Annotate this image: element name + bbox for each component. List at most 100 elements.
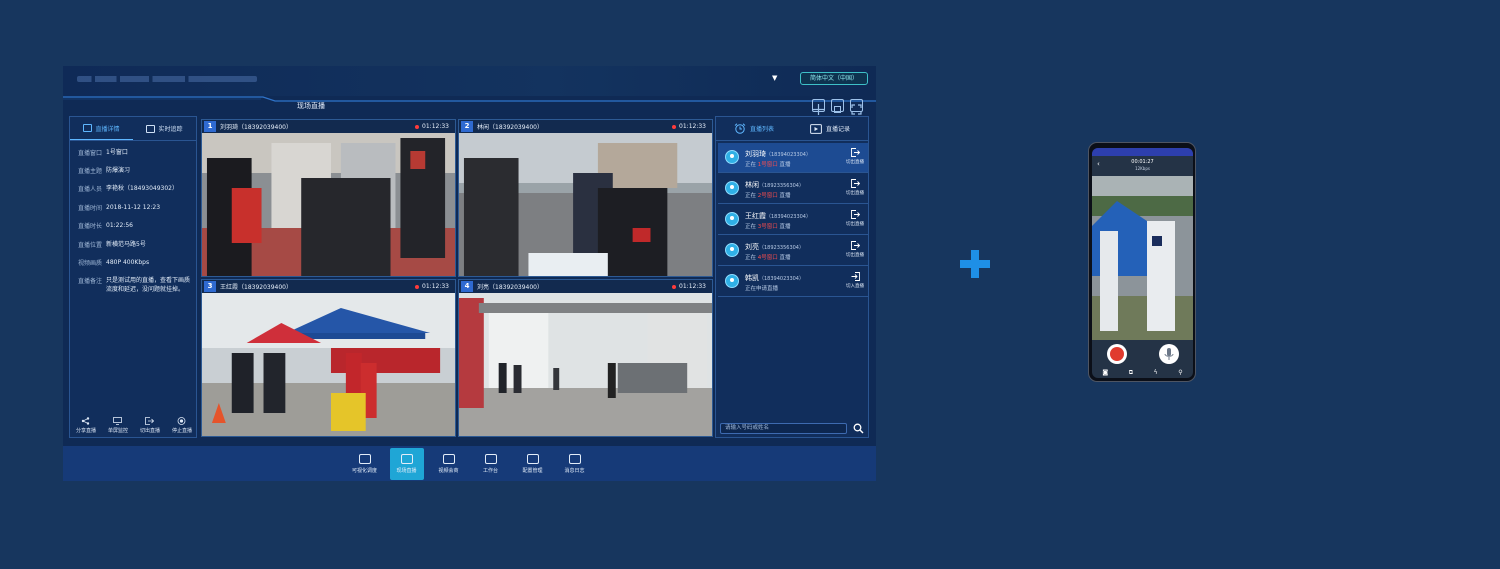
item-name: 林闲 (745, 181, 759, 189)
search-icon[interactable] (853, 423, 864, 434)
grid-view-icon[interactable] (812, 99, 825, 115)
live-detail-panel: 直播详情 实时追踪 直播窗口 1号窗口 直播主题 防爆演习 直播人员 李艳秋（1849… (69, 116, 197, 438)
cut-out-button[interactable]: 切出直播 (846, 179, 864, 196)
video-tile-4[interactable]: 4 刘亮（18392039400） 01:12:33 (458, 279, 713, 437)
video-tile-3[interactable]: 3 王红霞（18392039400） 01:12:33 (201, 279, 456, 437)
status-text: 正在 (745, 162, 757, 168)
action-label: 切出直播 (846, 191, 864, 196)
action-label: 切出直播 (846, 222, 864, 227)
action-label: 停止直播 (171, 428, 192, 434)
detail-row: 直播时长 01:22:56 (78, 221, 194, 230)
list-icon (146, 124, 156, 133)
detail-row: 直播主题 防爆演习 (78, 166, 194, 175)
user-avatar-icon (725, 212, 739, 226)
phone-screen: ‹ 00:01:27 12Kbps ◙ ⧉ ϟ ⚲ (1092, 148, 1193, 378)
recording-dot-icon (672, 284, 677, 289)
item-phone: （18923356304） (759, 245, 804, 251)
alarm-clock-icon (734, 123, 746, 134)
status-text: 直播 (779, 162, 791, 168)
detail-row: 直播备注 只是测试用的直播，查看下画质流度和延迟，没问题就挂掉。 (78, 276, 194, 294)
video-grid: 1 刘羽琦（18392039400） 01:12:33 2 林闲（1839203940… (201, 119, 713, 437)
exit-icon (850, 210, 860, 219)
search-input[interactable]: 请输入号码或姓名 (720, 423, 847, 434)
tab-label: 直播列表 (749, 126, 774, 133)
action-label: 切出直播 (846, 253, 864, 258)
cut-out-button[interactable]: 切出直播 (846, 210, 864, 227)
status-window: 2号窗口 (757, 193, 778, 199)
video-feed (459, 293, 712, 436)
video-feed (459, 133, 712, 276)
end-call-button[interactable] (1107, 344, 1127, 364)
nav-label: 视频会商 (438, 468, 459, 474)
item-name: 王红霞 (745, 212, 766, 220)
list-item[interactable]: 林闲（18923356304） 正在 2号窗口 直播 切出直播 (718, 174, 868, 204)
status-window: 4号窗口 (757, 255, 778, 261)
nav-video-conference[interactable]: 视频会商 (432, 448, 466, 480)
nav-visual-dispatch[interactable]: 可视化调度 (348, 448, 382, 480)
language-selector[interactable]: 简体中文（中国） (800, 72, 868, 85)
status-text: 直播 (779, 255, 791, 261)
item-phone: （18394023304） (766, 214, 811, 220)
detail-key: 直播窗口 (78, 150, 103, 157)
cut-out-button[interactable]: 切出直播 (846, 148, 864, 165)
recording-dot-icon (672, 124, 677, 129)
recording-dot-icon (415, 124, 420, 129)
list-item[interactable]: 刘亮（18923356304） 正在 4号窗口 直播 切出直播 (718, 236, 868, 266)
action-label: 切出直播 (139, 428, 160, 434)
list-item[interactable]: 王红霞（18394023304） 正在 3号窗口 直播 切出直播 (718, 205, 868, 235)
list-icon (83, 124, 93, 132)
video-tile-1[interactable]: 1 刘羽琦（18392039400） 01:12:33 (201, 119, 456, 277)
flash-icon[interactable]: ϟ (1154, 369, 1158, 377)
status-text: 正在申请直播 (745, 286, 779, 292)
tile-timer: 01:12:33 (422, 123, 449, 130)
item-name: 刘羽琦 (745, 150, 766, 158)
tab-label: 直播记录 (825, 126, 850, 133)
video-tile-header: 1 刘羽琦（18392039400） 01:12:33 (202, 120, 455, 133)
single-view-icon[interactable] (831, 99, 844, 113)
exit-icon (850, 148, 860, 157)
status-text: 正在 (745, 224, 757, 230)
mic-icon[interactable]: ⚲ (1178, 369, 1182, 377)
phone-status-bar (1092, 148, 1193, 156)
tab-live-detail[interactable]: 直播详情 (70, 117, 133, 140)
list-item[interactable]: 韩凯（18394023304） 正在申请直播 切入直播 (718, 267, 868, 297)
tab-live-records[interactable]: 直播记录 (792, 117, 868, 140)
action-label: 切出直播 (846, 160, 864, 165)
video-conference-icon (442, 454, 455, 464)
camera-icon[interactable]: ◙ (1102, 369, 1108, 377)
stop-live-button[interactable]: 停止直播 (172, 417, 192, 434)
switch-camera-icon[interactable]: ⧉ (1129, 369, 1133, 377)
cut-in-button[interactable]: 切入直播 (846, 272, 864, 289)
detail-value: 1号窗口 (106, 149, 128, 156)
microphone-button[interactable] (1159, 344, 1179, 364)
cut-out-live-button[interactable]: 切出直播 (140, 417, 160, 434)
video-tile-header: 4 刘亮（18392039400） 01:12:33 (459, 280, 712, 293)
video-tile-header: 3 王红霞（18392039400） 01:12:33 (202, 280, 455, 293)
bottom-navigation: 可视化调度 现场直播 视频会商 工作台 配置管理 消息日志 (63, 446, 876, 481)
list-item[interactable]: 刘羽琦（18394023304） 正在 1号窗口 直播 切出直播 (718, 143, 868, 173)
action-label: 切入直播 (846, 284, 864, 289)
chevron-down-icon[interactable]: ▼ (772, 74, 777, 82)
tab-live-list[interactable]: 直播列表 (716, 117, 792, 140)
user-avatar-icon (725, 181, 739, 195)
cut-out-button[interactable]: 切出直播 (846, 241, 864, 258)
tile-title: 王红霞（18392039400） (220, 284, 292, 291)
user-avatar-icon (725, 243, 739, 257)
single-monitor-button[interactable]: 单屏监控 (108, 417, 128, 434)
fullscreen-icon[interactable] (850, 99, 863, 115)
config-icon (526, 454, 539, 464)
nav-live[interactable]: 现场直播 (389, 448, 424, 480)
nav-config[interactable]: 配置管理 (516, 448, 550, 480)
nav-workbench[interactable]: 工作台 (474, 448, 508, 480)
message-log-icon (568, 454, 581, 464)
enter-icon (851, 272, 860, 281)
nav-message-log[interactable]: 消息日志 (558, 448, 592, 480)
status-text: 正在 (745, 255, 757, 261)
tab-realtime-tracking[interactable]: 实时追踪 (133, 117, 196, 140)
detail-row: 直播窗口 1号窗口 (78, 148, 194, 157)
recording-dot-icon (415, 284, 420, 289)
user-avatar-icon (725, 150, 739, 164)
video-tile-2[interactable]: 2 林闲（18392039400） 01:12:33 (458, 119, 713, 277)
share-live-button[interactable]: 分享直播 (76, 417, 96, 434)
tile-number: 4 (461, 281, 473, 292)
